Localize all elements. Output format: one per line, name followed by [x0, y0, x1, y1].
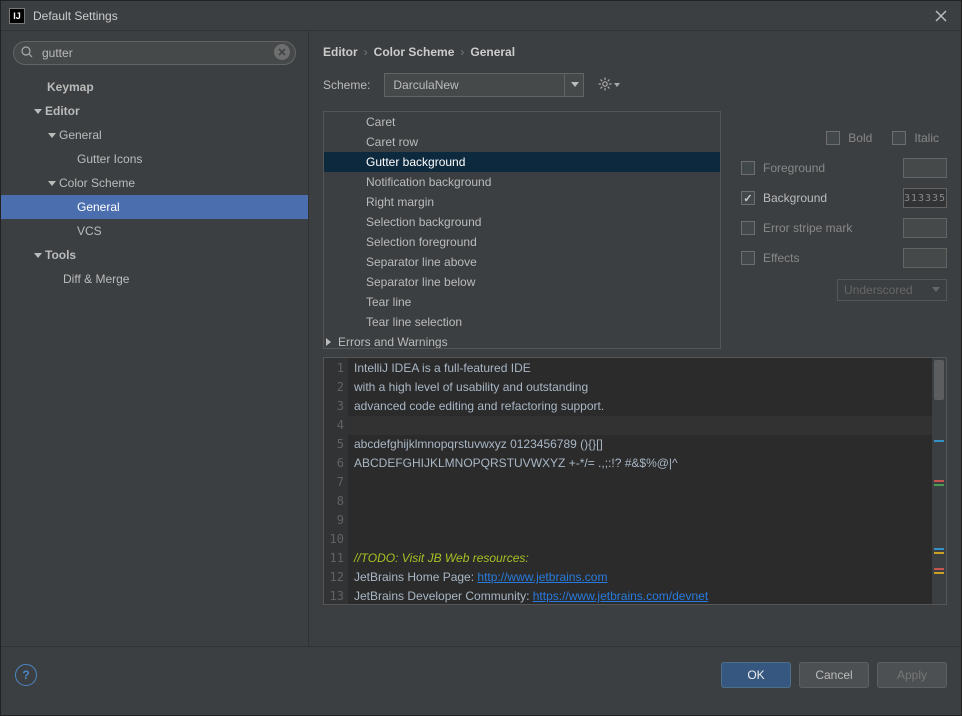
apply-button[interactable]: Apply [877, 662, 947, 688]
chevron-down-icon [932, 287, 940, 293]
tree-color-scheme[interactable]: Color Scheme [1, 171, 308, 195]
close-button[interactable] [929, 4, 953, 28]
error-stripe-checkbox[interactable] [741, 221, 755, 235]
opt-right-margin[interactable]: Right margin [324, 192, 720, 212]
settings-sidebar: Keymap Editor General Gutter Icons Color… [1, 31, 309, 646]
chevron-down-icon[interactable] [564, 73, 584, 97]
chevron-down-icon [31, 107, 45, 115]
opt-errors-warnings[interactable]: Errors and Warnings [324, 332, 720, 348]
chevron-down-icon [614, 83, 620, 87]
effects-type-label: Underscored [844, 283, 913, 297]
chevron-down-icon [45, 179, 59, 187]
properties-panel: Bold Italic Foreground Background 313335… [741, 111, 947, 349]
window-title: Default Settings [33, 9, 929, 23]
dialog-footer: ? OK Cancel Apply [1, 646, 961, 702]
tree-general[interactable]: General [1, 123, 308, 147]
tree-editor[interactable]: Editor [1, 99, 308, 123]
preview-gutter: 12345678910111213 [324, 358, 348, 604]
preview-editor[interactable]: 12345678910111213 IntelliJ IDEA is a ful… [323, 357, 947, 605]
breadcrumb-general[interactable]: General [470, 45, 515, 59]
search-icon [21, 46, 33, 61]
chevron-right-icon: › [460, 45, 464, 59]
effects-type-select[interactable]: Underscored [837, 279, 947, 301]
effects-checkbox[interactable] [741, 251, 755, 265]
opt-tear-line-selection[interactable]: Tear line selection [324, 312, 720, 332]
error-stripe-marks [932, 358, 946, 604]
tree-tools[interactable]: Tools [1, 243, 308, 267]
settings-tree: Keymap Editor General Gutter Icons Color… [1, 75, 308, 646]
opt-separator-above[interactable]: Separator line above [324, 252, 720, 272]
breadcrumb-color-scheme[interactable]: Color Scheme [374, 45, 455, 59]
effects-swatch[interactable] [903, 248, 947, 268]
gear-icon [598, 77, 612, 94]
foreground-swatch[interactable] [903, 158, 947, 178]
scheme-actions-button[interactable] [598, 77, 620, 94]
search-field [13, 41, 296, 65]
tree-diff-merge[interactable]: Diff & Merge [1, 267, 308, 291]
opt-notification-background[interactable]: Notification background [324, 172, 720, 192]
opt-separator-below[interactable]: Separator line below [324, 272, 720, 292]
error-stripe-label: Error stripe mark [763, 221, 852, 235]
scheme-input[interactable] [384, 73, 584, 97]
options-list: Caret Caret row Gutter background Notifi… [323, 111, 721, 349]
opt-selection-foreground[interactable]: Selection foreground [324, 232, 720, 252]
chevron-right-icon [324, 335, 332, 348]
breadcrumb: Editor › Color Scheme › General [309, 31, 961, 67]
italic-checkbox[interactable] [892, 131, 906, 145]
cancel-button[interactable]: Cancel [799, 662, 869, 688]
opt-tear-line[interactable]: Tear line [324, 292, 720, 312]
opt-caret-row[interactable]: Caret row [324, 132, 720, 152]
tree-keymap[interactable]: Keymap [1, 75, 308, 99]
scheme-label: Scheme: [323, 78, 370, 92]
tree-cs-general[interactable]: General [1, 195, 308, 219]
opt-gutter-background[interactable]: Gutter background [324, 152, 720, 172]
opt-caret[interactable]: Caret [324, 112, 720, 132]
opt-selection-background[interactable]: Selection background [324, 212, 720, 232]
breadcrumb-editor[interactable]: Editor [323, 45, 358, 59]
tree-gutter-icons[interactable]: Gutter Icons [1, 147, 308, 171]
search-input[interactable] [13, 41, 296, 65]
bold-checkbox[interactable] [826, 131, 840, 145]
background-checkbox[interactable] [741, 191, 755, 205]
preview-code: IntelliJ IDEA is a full-featured IDE wit… [348, 358, 932, 604]
foreground-checkbox[interactable] [741, 161, 755, 175]
error-stripe-swatch[interactable] [903, 218, 947, 238]
content-panel: Editor › Color Scheme › General Scheme: … [309, 31, 961, 646]
background-swatch[interactable]: 313335 [903, 188, 947, 208]
ok-button[interactable]: OK [721, 662, 791, 688]
effects-label: Effects [763, 251, 799, 265]
app-icon: IJ [9, 8, 25, 24]
clear-search-button[interactable] [274, 44, 290, 60]
bold-label: Bold [848, 131, 872, 145]
chevron-down-icon [45, 131, 59, 139]
foreground-label: Foreground [763, 161, 825, 175]
background-label: Background [763, 191, 827, 205]
chevron-right-icon: › [364, 45, 368, 59]
italic-label: Italic [914, 131, 939, 145]
title-bar: IJ Default Settings [1, 1, 961, 31]
scheme-select[interactable] [384, 73, 584, 97]
help-button[interactable]: ? [15, 664, 37, 686]
chevron-down-icon [31, 251, 45, 259]
tree-vcs[interactable]: VCS [1, 219, 308, 243]
